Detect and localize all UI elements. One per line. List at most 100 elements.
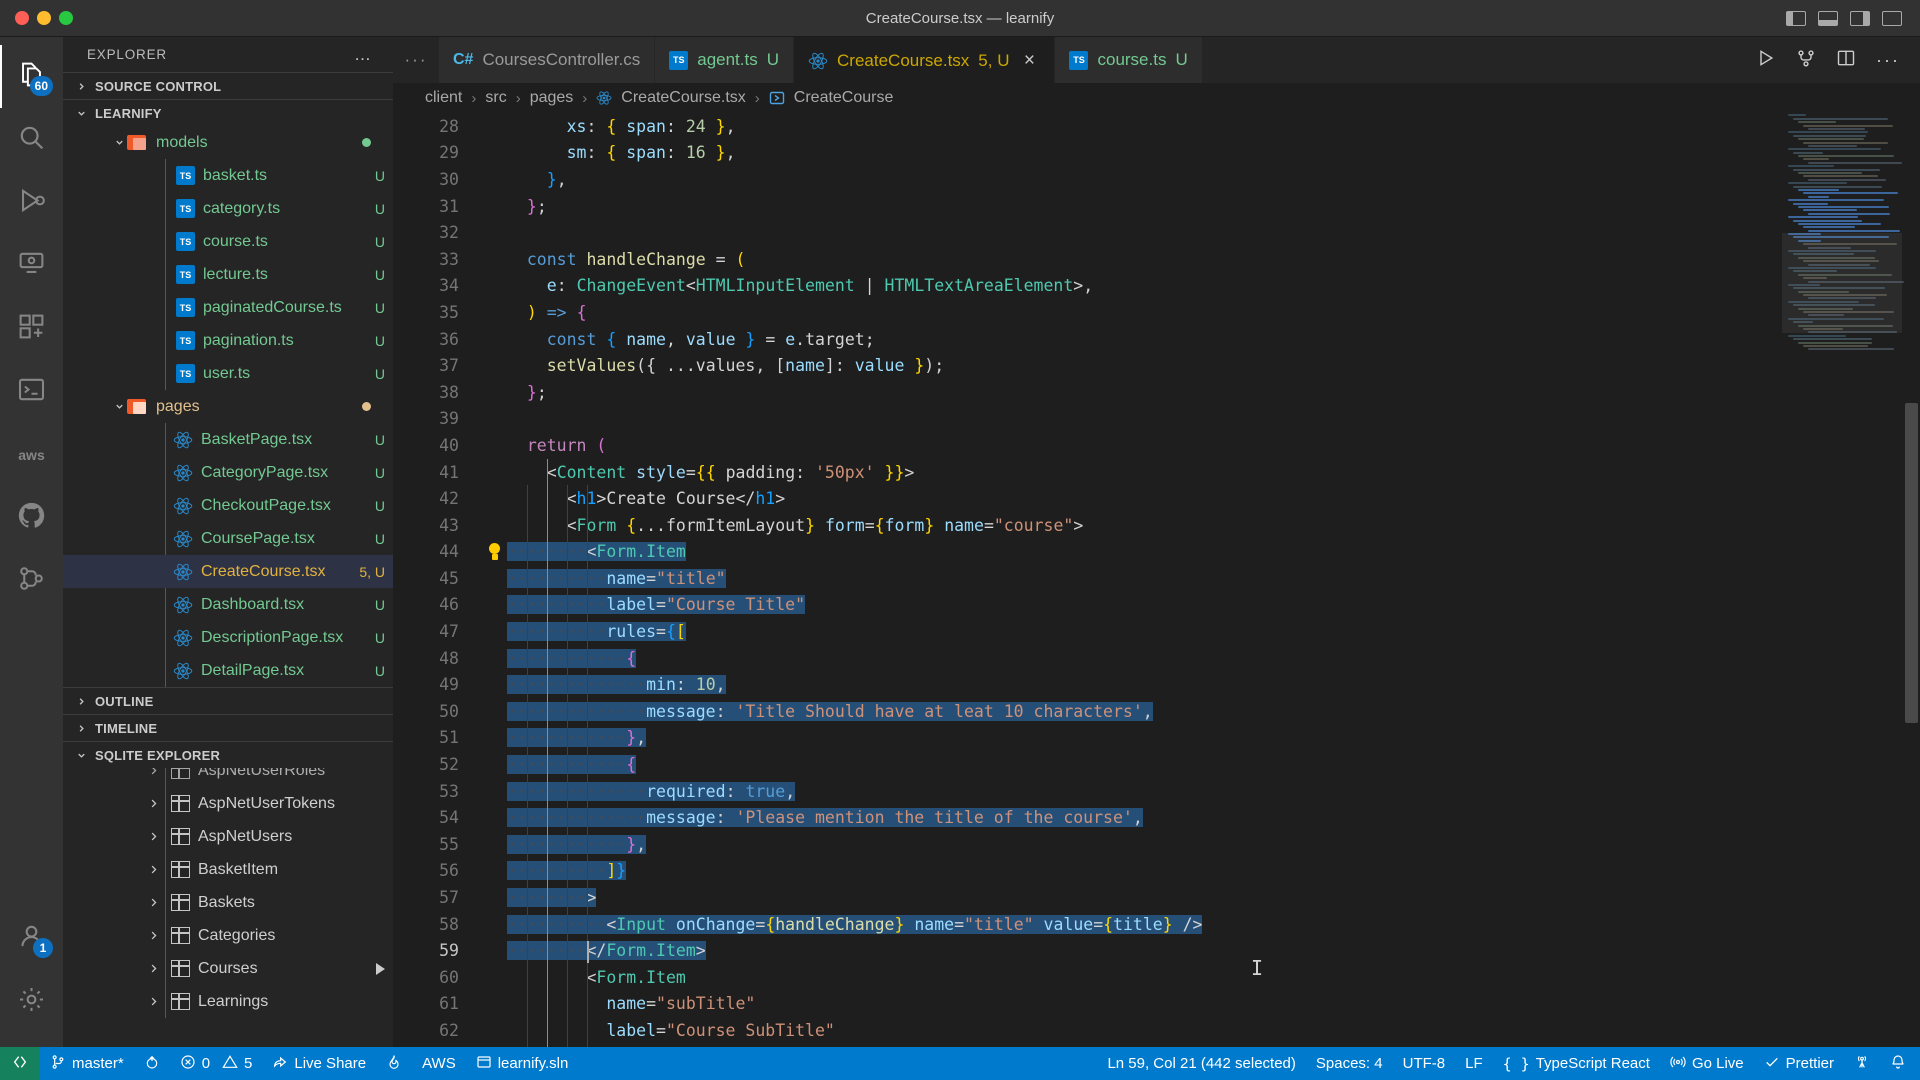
code-line[interactable]: 38 }; xyxy=(419,379,1920,406)
tree-file-user-ts[interactable]: TS user.ts U xyxy=(63,357,393,390)
tab-course-ts[interactable]: TS course.ts U xyxy=(1055,37,1202,83)
code-line[interactable]: 29 sm: { span: 16 }, xyxy=(419,140,1920,167)
sqlite-table-aspnetusertokens[interactable]: AspNetUserTokens xyxy=(63,787,393,820)
breadcrumb-item-src[interactable]: src xyxy=(485,89,506,107)
editor-vertical-scrollbar[interactable] xyxy=(1902,113,1920,1047)
code-line[interactable]: 39 xyxy=(419,406,1920,433)
more-actions-icon[interactable]: ··· xyxy=(1876,56,1900,64)
code-line[interactable]: 40 return ( xyxy=(419,432,1920,459)
tree-file-pagination-ts[interactable]: TS pagination.ts U xyxy=(63,324,393,357)
code-line[interactable]: 57········> xyxy=(419,884,1920,911)
breadcrumb-item-symbol[interactable]: CreateCourse xyxy=(794,89,894,107)
tab-createcourse-tsx[interactable]: CreateCourse.tsx 5, U × xyxy=(794,37,1055,83)
tree-file-detailpage-tsx[interactable]: DetailPage.tsx U xyxy=(63,654,393,687)
toggle-secondary-sidebar-icon[interactable] xyxy=(1850,11,1870,26)
activity-settings[interactable] xyxy=(0,970,63,1033)
tree-file-dashboard-tsx[interactable]: Dashboard.tsx U xyxy=(63,588,393,621)
tree-folder-pages[interactable]: pages xyxy=(63,390,393,423)
activity-run-debug[interactable] xyxy=(0,171,63,234)
split-editor-icon[interactable] xyxy=(1836,48,1856,73)
code-line[interactable]: 58··········<Input onChange={handleChang… xyxy=(419,911,1920,938)
code-line[interactable]: 59········</Form.Item> xyxy=(419,937,1920,964)
status-cursor-position[interactable]: Ln 59, Col 21 (442 selected) xyxy=(1097,1047,1305,1080)
tab-coursescontroller-cs[interactable]: C# CoursesController.cs xyxy=(439,37,655,83)
status-sync-changes[interactable] xyxy=(134,1047,170,1080)
sqlite-table-aspnetuserroles[interactable]: AspNetUserRoles xyxy=(63,768,393,787)
code-line[interactable]: 53··············required: true, xyxy=(419,778,1920,805)
code-lines[interactable]: 28 xs: { span: 24 },29 sm: { span: 16 },… xyxy=(419,113,1920,1047)
code-line[interactable]: 46··········label="Course Title" xyxy=(419,592,1920,619)
status-go-live[interactable]: Go Live xyxy=(1660,1047,1754,1080)
tabs-overflow-icon[interactable]: ··· xyxy=(393,37,439,83)
activity-remote-explorer[interactable] xyxy=(0,234,63,297)
status-prettier[interactable]: Prettier xyxy=(1754,1047,1844,1080)
tab-agent-ts[interactable]: TS agent.ts U xyxy=(655,37,794,83)
scrollbar-thumb[interactable] xyxy=(1905,403,1918,723)
code-line[interactable]: 43 <Form {...formItemLayout} form={form}… xyxy=(419,512,1920,539)
code-line[interactable]: 62 label="Course SubTitle" xyxy=(419,1017,1920,1044)
code-line[interactable]: 49··············min: 10, xyxy=(419,671,1920,698)
code-line[interactable]: 41 <Content style={{ padding: '50px' }}> xyxy=(419,459,1920,486)
window-controls[interactable] xyxy=(0,11,73,25)
code-line[interactable]: 44········<Form.Item xyxy=(419,539,1920,566)
breadcrumb-item-pages[interactable]: pages xyxy=(530,89,574,107)
sqlite-table-baskets[interactable]: Baskets xyxy=(63,886,393,919)
code-line[interactable]: 33 const handleChange = ( xyxy=(419,246,1920,273)
section-outline[interactable]: OUTLINE xyxy=(63,687,393,714)
activity-github[interactable] xyxy=(0,486,63,549)
status-eol[interactable]: LF xyxy=(1455,1047,1493,1080)
code-line[interactable]: 56··········]} xyxy=(419,858,1920,885)
customize-layout-icon[interactable] xyxy=(1882,11,1902,26)
status-aws[interactable]: AWS xyxy=(412,1047,466,1080)
code-line[interactable]: 60 <Form.Item xyxy=(419,964,1920,991)
activity-terminal[interactable] xyxy=(0,360,63,423)
code-line[interactable]: 47··········rules={[ xyxy=(419,618,1920,645)
status-notifications[interactable] xyxy=(1880,1047,1920,1080)
section-timeline[interactable]: TIMELINE xyxy=(63,714,393,741)
remote-window-indicator[interactable] xyxy=(0,1047,40,1080)
section-source-control[interactable]: SOURCE CONTROL xyxy=(63,72,393,99)
close-window-button[interactable] xyxy=(15,11,29,25)
status-branch[interactable]: master* xyxy=(40,1047,134,1080)
code-line[interactable]: 36 const { name, value } = e.target; xyxy=(419,326,1920,353)
tree-file-checkoutpage-tsx[interactable]: CheckoutPage.tsx U xyxy=(63,489,393,522)
run-icon[interactable] xyxy=(1756,48,1776,73)
breadcrumb-item-client[interactable]: client xyxy=(425,89,462,107)
section-learnify[interactable]: LEARNIFY xyxy=(63,99,393,126)
status-flame[interactable] xyxy=(376,1047,412,1080)
sqlite-table-categories[interactable]: Categories xyxy=(63,919,393,952)
section-sqlite-explorer[interactable]: SQLITE EXPLORER xyxy=(63,741,393,768)
close-icon[interactable]: × xyxy=(1018,50,1040,72)
line-gutter[interactable] xyxy=(481,543,507,561)
activity-explorer[interactable]: 60 xyxy=(0,45,63,108)
activity-accounts[interactable]: 1 xyxy=(0,907,63,970)
sqlite-table-basketitem[interactable]: BasketItem xyxy=(63,853,393,886)
code-line[interactable]: 45··········name="title" xyxy=(419,565,1920,592)
status-problems[interactable]: 0 5 xyxy=(170,1047,263,1080)
tree-file-course-ts[interactable]: TS course.ts U xyxy=(63,225,393,258)
activity-aws[interactable]: aws xyxy=(0,423,63,486)
code-line[interactable]: 35 ) => { xyxy=(419,299,1920,326)
tree-folder-models[interactable]: models xyxy=(63,126,393,159)
code-line[interactable]: 48············{ xyxy=(419,645,1920,672)
code-line[interactable]: 54··············message: 'Please mention… xyxy=(419,804,1920,831)
tree-file-createcourse-tsx[interactable]: CreateCourse.tsx 5, U xyxy=(63,555,393,588)
status-indentation[interactable]: Spaces: 4 xyxy=(1306,1047,1393,1080)
toggle-primary-sidebar-icon[interactable] xyxy=(1786,11,1806,26)
code-line[interactable]: 52············{ xyxy=(419,751,1920,778)
sqlite-table-learnings[interactable]: Learnings xyxy=(63,985,393,1018)
toggle-panel-icon[interactable] xyxy=(1818,11,1838,26)
code-line[interactable]: 51············}, xyxy=(419,725,1920,752)
status-language-mode[interactable]: { } TypeScript React xyxy=(1493,1047,1660,1080)
status-live-share[interactable]: Live Share xyxy=(262,1047,376,1080)
lightbulb-icon[interactable] xyxy=(487,543,501,561)
status-remote-tunnel[interactable] xyxy=(1844,1047,1880,1080)
run-query-icon[interactable] xyxy=(376,963,385,975)
tree-file-basketpage-tsx[interactable]: BasketPage.tsx U xyxy=(63,423,393,456)
tree-file-coursepage-tsx[interactable]: CoursePage.tsx U xyxy=(63,522,393,555)
activity-search[interactable] xyxy=(0,108,63,171)
code-line[interactable]: 28 xs: { span: 24 }, xyxy=(419,113,1920,140)
minimap-viewport-slider[interactable] xyxy=(1782,233,1902,333)
status-solution[interactable]: learnify.sln xyxy=(466,1047,579,1080)
breadcrumb-item-file[interactable]: CreateCourse.tsx xyxy=(621,89,746,107)
